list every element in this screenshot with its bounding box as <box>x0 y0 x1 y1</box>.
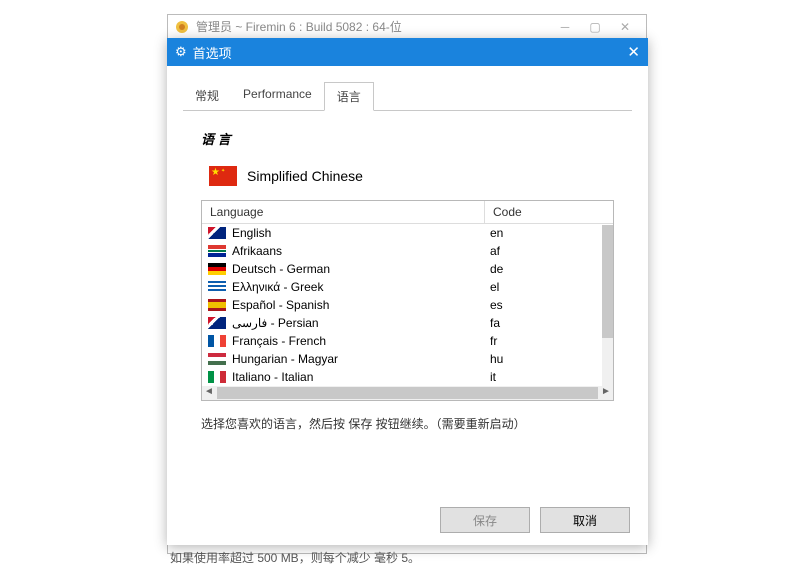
maximize-button[interactable]: ▢ <box>580 20 610 34</box>
tabs: 常规 Performance 语言 <box>183 82 632 111</box>
cancel-button[interactable]: 取消 <box>540 507 630 533</box>
dialog-titlebar: ⚙ 首选项 ✕ <box>167 38 648 66</box>
table-row[interactable]: Italiano - Italianit <box>202 368 613 386</box>
china-flag-icon <box>209 166 237 186</box>
table-row[interactable]: Ελληνικά - Greekel <box>202 278 613 296</box>
language-name: Ελληνικά - Greek <box>232 280 490 294</box>
horizontal-scrollbar[interactable]: ◄ ► <box>202 386 613 400</box>
table-row[interactable]: Hungarian - Magyarhu <box>202 350 613 368</box>
flag-icon <box>208 227 226 239</box>
language-code: it <box>490 370 552 384</box>
flag-icon <box>208 371 226 383</box>
table-row[interactable]: Afrikaansaf <box>202 242 613 260</box>
hint-text: 选择您喜欢的语言，然后按 保存 按钮继续。（需要重新启动） <box>201 415 614 432</box>
language-code: fa <box>490 316 552 330</box>
language-code: es <box>490 298 552 312</box>
scroll-left-icon[interactable]: ◄ <box>202 386 216 400</box>
flag-icon <box>208 317 226 329</box>
dialog-buttons: 保存 取消 <box>440 507 630 533</box>
language-name: Deutsch - German <box>232 262 490 276</box>
flag-icon <box>208 353 226 365</box>
table-header: Language Code <box>202 201 613 224</box>
table-row[interactable]: Español - Spanishes <box>202 296 613 314</box>
minimize-button[interactable]: ─ <box>550 20 580 34</box>
tab-language[interactable]: 语言 <box>324 82 374 111</box>
table-row[interactable]: Deutsch - Germande <box>202 260 613 278</box>
language-name: Italiano - Italian <box>232 370 490 384</box>
close-main-button[interactable]: ✕ <box>610 20 640 34</box>
language-code: de <box>490 262 552 276</box>
tab-performance[interactable]: Performance <box>231 82 324 110</box>
col-code[interactable]: Code <box>484 201 546 223</box>
table-row[interactable]: فارسی - Persianfa <box>202 314 613 332</box>
gear-icon: ⚙ <box>175 44 187 60</box>
flag-icon <box>208 263 226 275</box>
preferences-dialog: ⚙ 首选项 ✕ 常规 Performance 语言 语 言 Simplified… <box>167 38 648 545</box>
dialog-title: 首选项 <box>193 43 232 62</box>
background-text: 如果使用率超过 500 MB，则每个减少 毫秒 5。 <box>170 549 420 566</box>
main-window-title: 管理员 ~ Firemin 6 : Build 5082 : 64-位 <box>196 18 402 35</box>
main-titlebar: 管理员 ~ Firemin 6 : Build 5082 : 64-位 ─ ▢ … <box>168 15 646 39</box>
section-header: 语 言 <box>201 129 614 148</box>
language-name: Afrikaans <box>232 244 490 258</box>
language-code: af <box>490 244 552 258</box>
flag-icon <box>208 299 226 311</box>
language-name: Français - French <box>232 334 490 348</box>
language-code: en <box>490 226 552 240</box>
table-body: EnglishenAfrikaansafDeutsch - GermandeΕλ… <box>202 224 613 386</box>
save-button[interactable]: 保存 <box>440 507 530 533</box>
language-name: Español - Spanish <box>232 298 490 312</box>
app-icon <box>174 19 190 35</box>
vertical-scrollbar[interactable] <box>602 225 613 386</box>
language-name: Hungarian - Magyar <box>232 352 490 366</box>
tab-general[interactable]: 常规 <box>183 82 231 110</box>
language-name: English <box>232 226 490 240</box>
language-code: hu <box>490 352 552 366</box>
flag-icon <box>208 245 226 257</box>
tab-content: 语 言 Simplified Chinese Language Code Eng… <box>183 111 632 450</box>
flag-icon <box>208 335 226 347</box>
flag-icon <box>208 281 226 293</box>
language-code: fr <box>490 334 552 348</box>
language-code: el <box>490 280 552 294</box>
language-table: Language Code EnglishenAfrikaansafDeutsc… <box>201 200 614 401</box>
language-name: فارسی - Persian <box>232 316 490 330</box>
current-language: Simplified Chinese <box>209 166 614 186</box>
table-row[interactable]: Englishen <box>202 224 613 242</box>
close-dialog-button[interactable]: ✕ <box>627 43 640 61</box>
col-language[interactable]: Language <box>202 201 484 223</box>
current-language-name: Simplified Chinese <box>247 168 363 184</box>
scroll-right-icon[interactable]: ► <box>599 386 613 400</box>
table-row[interactable]: Français - Frenchfr <box>202 332 613 350</box>
